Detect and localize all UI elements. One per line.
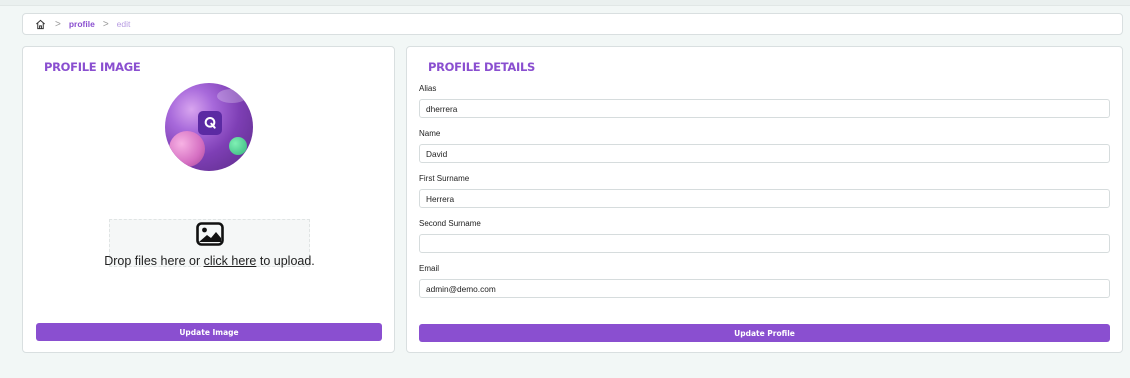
- avatar: [165, 83, 253, 171]
- name-label: Name: [419, 129, 441, 138]
- breadcrumb-profile-link[interactable]: profile: [69, 19, 95, 29]
- top-bar: [0, 0, 1130, 6]
- email-label: Email: [419, 264, 440, 273]
- click-here-link[interactable]: click here: [204, 254, 257, 268]
- update-profile-button[interactable]: Update Profile: [419, 324, 1110, 342]
- breadcrumb-separator: >: [102, 18, 109, 30]
- profile-details-title: PROFILE DETAILS: [428, 60, 536, 74]
- name-input[interactable]: [419, 144, 1110, 163]
- avatar-decoration: [217, 89, 247, 103]
- email-input[interactable]: [419, 279, 1110, 298]
- app-logo-icon: [198, 111, 222, 135]
- breadcrumb-separator: >: [55, 18, 61, 30]
- first-surname-input[interactable]: [419, 189, 1110, 208]
- avatar-planet: [169, 131, 205, 167]
- first-surname-label: First Surname: [419, 174, 470, 183]
- update-image-button[interactable]: Update Image: [36, 323, 382, 341]
- home-icon[interactable]: [33, 17, 47, 31]
- avatar-planet: [229, 137, 247, 155]
- alias-label: Alias: [419, 84, 437, 93]
- dropzone-text: Drop files here or click here to upload.: [104, 254, 315, 268]
- profile-details-card: PROFILE DETAILS Alias Name First Surname…: [406, 46, 1123, 353]
- alias-input[interactable]: [419, 99, 1110, 118]
- second-surname-input[interactable]: [419, 234, 1110, 253]
- image-icon: [195, 222, 224, 251]
- dropzone-text-after: to upload.: [256, 254, 315, 268]
- breadcrumb-current-edit: edit: [116, 19, 131, 29]
- dropzone-text-before: Drop files here or: [104, 254, 204, 268]
- breadcrumb: > profile > edit: [22, 13, 1123, 35]
- file-dropzone[interactable]: Drop files here or click here to upload.: [104, 219, 315, 268]
- profile-image-title: PROFILE IMAGE: [44, 60, 141, 74]
- second-surname-label: Second Surname: [419, 219, 481, 228]
- profile-image-card: PROFILE IMAGE Drop files here or click h…: [22, 46, 395, 353]
